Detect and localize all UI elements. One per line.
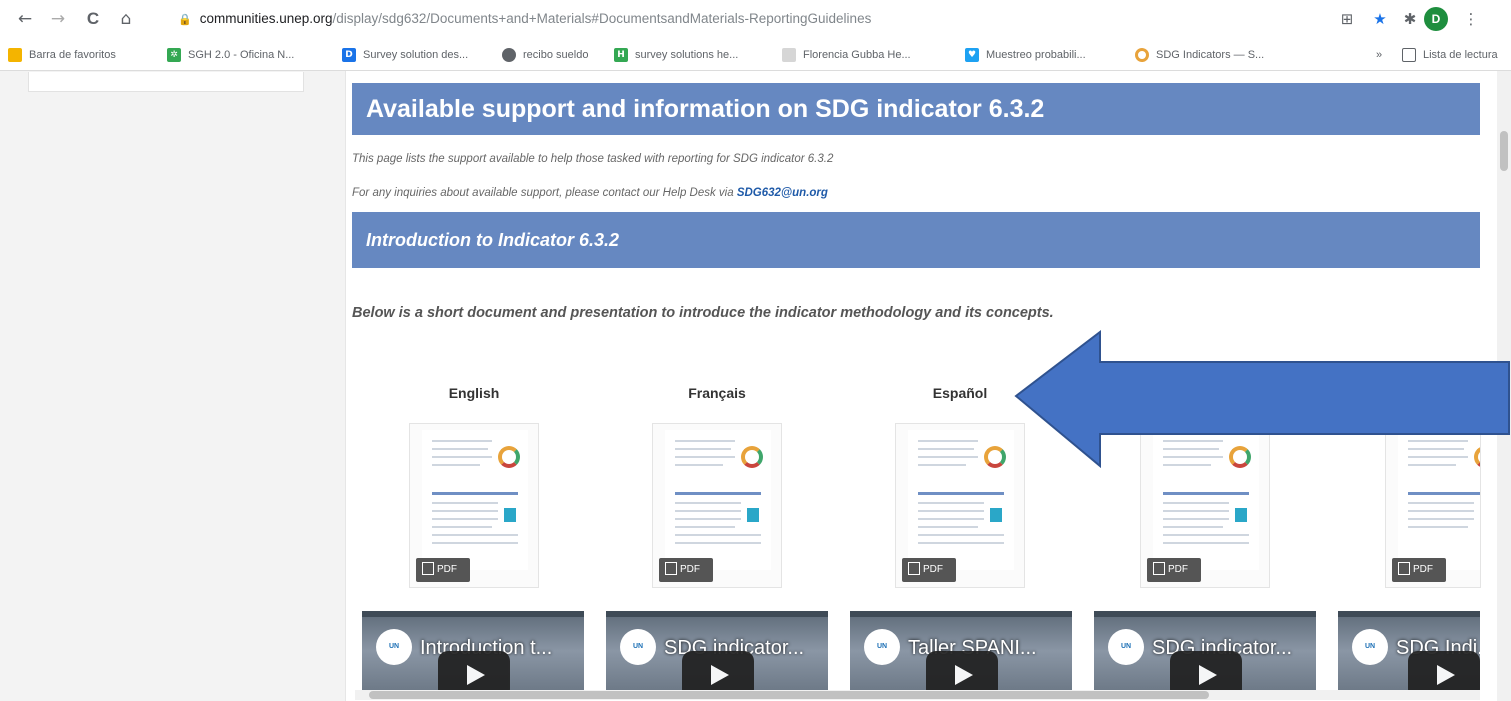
pdf-label: PDF [1413, 564, 1433, 575]
pdf-icon [1398, 562, 1410, 575]
lock-icon: 🔒 [178, 13, 192, 26]
sdg-wheel-icon [498, 446, 520, 468]
horizontal-scrollbar[interactable] [355, 690, 1480, 700]
home-icon[interactable]: ⌂ [115, 8, 137, 30]
document-preview [665, 430, 771, 570]
play-button[interactable] [926, 651, 998, 691]
helpdesk-email-link[interactable]: SDG632@un.org [737, 187, 828, 199]
play-button[interactable] [682, 651, 754, 691]
helpdesk-text: For any inquiries about available suppor… [352, 187, 737, 199]
pdf-thumbnail[interactable]: PDF [409, 423, 539, 588]
more-bookmarks-button[interactable]: » [1376, 38, 1382, 71]
profile-avatar[interactable]: D [1424, 7, 1448, 31]
globe-icon [502, 47, 516, 62]
pdf-thumbnail[interactable]: PDF [652, 423, 782, 588]
pdf-badge: PDF [902, 558, 956, 582]
un-logo-icon: UN [1352, 629, 1388, 665]
bookmark-item[interactable]: ♥ Muestreo probabili... [965, 38, 1086, 71]
video-thumbnail[interactable]: UN Taller SPANI... [850, 611, 1072, 691]
page-title: Available support and information on SDG… [352, 83, 1480, 135]
bookmark-item[interactable]: D Survey solution des... [342, 38, 468, 71]
forward-icon[interactable]: → [47, 8, 69, 30]
pdf-badge: PDF [659, 558, 713, 582]
leaf-icon [782, 47, 796, 62]
bookmark-item[interactable]: ✲ SGH 2.0 - Oficina N... [167, 38, 294, 71]
reading-list-label: Lista de lectura [1423, 48, 1498, 61]
video-thumbnail[interactable]: UN SDG indicator... [1094, 611, 1316, 691]
pdf-badge: PDF [416, 558, 470, 582]
video-thumbnail[interactable]: UN Introduction t... [362, 611, 584, 691]
play-button[interactable] [438, 651, 510, 691]
bookmark-item[interactable]: SDG Indicators — S... [1135, 38, 1264, 71]
language-label-english: English [448, 385, 500, 401]
un-logo-icon: UN [620, 629, 656, 665]
scrollbar-thumb[interactable] [369, 691, 1209, 699]
pdf-label: PDF [1168, 564, 1188, 575]
extensions-icon[interactable]: ✱ [1399, 8, 1421, 30]
bookmark-item[interactable]: recibo sueldo [502, 38, 588, 71]
heart-icon: ♥ [965, 47, 979, 62]
bookmark-label: Muestreo probabili... [986, 48, 1086, 61]
helpdesk-note: For any inquiries about available suppor… [352, 187, 828, 199]
reload-icon[interactable]: C [82, 8, 104, 30]
bookmark-label: Barra de favoritos [29, 48, 116, 61]
pdf-thumbnail[interactable]: PDF [895, 423, 1025, 588]
pdf-label: PDF [680, 564, 700, 575]
bug-icon: ✲ [167, 47, 181, 62]
sdg-wheel-icon [741, 446, 763, 468]
bookmark-label: SDG Indicators — S... [1156, 48, 1265, 61]
reading-list-button[interactable]: Lista de lectura [1402, 38, 1498, 71]
bookmark-item[interactable]: Hsurvey solutions he... [614, 38, 738, 71]
un-logo-icon: UN [1108, 629, 1144, 665]
back-icon[interactable]: ← [14, 8, 36, 30]
video-thumbnail[interactable]: UN SDG Indi... [1338, 611, 1480, 691]
pdf-icon [422, 562, 434, 575]
intro-paragraph: Below is a short document and presentati… [352, 305, 1054, 321]
bookmark-label: Survey solution des... [363, 48, 469, 61]
pdf-icon [1153, 562, 1165, 575]
support-note: This page lists the support available to… [352, 153, 834, 165]
reading-list-icon [1402, 47, 1416, 62]
sdg-icon [1135, 47, 1149, 62]
url-path: /display/sdg632/Documents+and+Materials#… [332, 11, 872, 26]
sidebar-panel [28, 72, 304, 92]
folder-icon [8, 47, 22, 62]
scrollbar-thumb[interactable] [1500, 131, 1508, 171]
url-host: communities.unep.org [199, 11, 333, 26]
pdf-icon [908, 562, 920, 575]
pdf-badge: PDF [1147, 558, 1201, 582]
bookmark-label: recibo sueldo [523, 48, 589, 61]
browser-toolbar: ← → C ⌂ 🔒 communities.unep.org/display/sd… [0, 0, 1511, 38]
bookmark-star-icon[interactable]: ★ [1369, 8, 1391, 30]
document-preview [908, 430, 1014, 570]
pdf-badge: PDF [1392, 558, 1446, 582]
menu-icon[interactable]: ⋮ [1460, 8, 1482, 30]
bookmark-label: SGH 2.0 - Oficina N... [188, 48, 295, 61]
section-heading: Introduction to Indicator 6.3.2 [352, 212, 1480, 268]
video-thumbnail[interactable]: UN SDG indicator... [606, 611, 828, 691]
address-bar[interactable]: 🔒 communities.unep.org/display/sdg632/Doc… [178, 6, 871, 33]
language-label-french: Français [688, 385, 746, 401]
play-button[interactable] [1170, 651, 1242, 691]
bookmarks-bar: Barra de favoritos ✲ SGH 2.0 - Oficina N.… [0, 38, 1511, 71]
translate-icon[interactable]: ⊞ [1336, 8, 1358, 30]
h-icon: H [614, 47, 628, 62]
pdf-icon [665, 562, 677, 575]
bookmark-item[interactable]: Barra de favoritos [8, 38, 116, 71]
bookmark-label: Florencia Gubba He... [803, 48, 911, 61]
document-preview [422, 430, 528, 570]
annotation-arrow [1014, 330, 1510, 468]
pdf-label: PDF [437, 564, 457, 575]
d-icon: D [342, 47, 356, 62]
bookmark-item[interactable]: Florencia Gubba He... [782, 38, 911, 71]
bookmark-label: survey solutions he... [635, 48, 739, 61]
un-logo-icon: UN [864, 629, 900, 665]
play-button[interactable] [1408, 651, 1480, 691]
sdg-wheel-icon [984, 446, 1006, 468]
un-logo-icon: UN [376, 629, 412, 665]
pdf-label: PDF [923, 564, 943, 575]
